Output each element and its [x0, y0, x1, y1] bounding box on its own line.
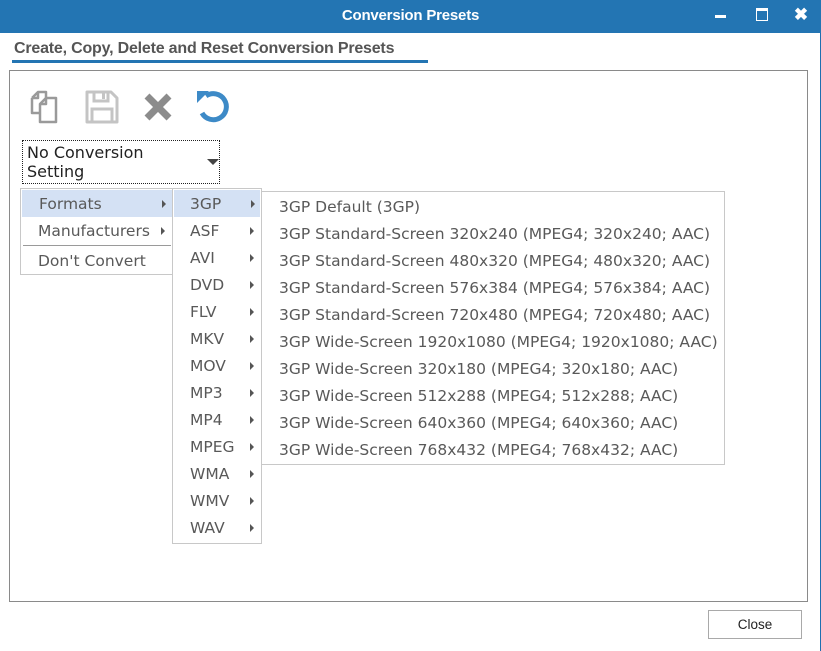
format-label: MP3: [190, 383, 223, 402]
minimize-icon: [714, 15, 726, 18]
section-underline: [12, 60, 428, 63]
preset-item[interactable]: 3GP Standard-Screen 320x240 (MPEG4; 320x…: [262, 220, 724, 247]
section-title: Create, Copy, Delete and Reset Conversio…: [14, 40, 395, 57]
submenu-arrow-icon: [161, 226, 165, 235]
submenu-arrow-icon: [250, 361, 254, 370]
preset-item[interactable]: 3GP Wide-Screen 1920x1080 (MPEG4; 1920x1…: [262, 328, 724, 355]
preset-item[interactable]: 3GP Wide-Screen 320x180 (MPEG4; 320x180;…: [262, 355, 724, 382]
dropdown-selected-value: No Conversion Setting: [27, 143, 144, 181]
preset-item[interactable]: 3GP Standard-Screen 576x384 (MPEG4; 576x…: [262, 274, 724, 301]
reset-preset-button[interactable]: [193, 87, 233, 127]
menu-item-label: Manufacturers: [38, 221, 150, 240]
conversion-presets-window: Conversion Presets ✖ Create, Copy, Delet…: [0, 0, 821, 651]
format-label: MPEG: [190, 437, 235, 456]
format-label: WMV: [190, 491, 230, 510]
format-label: WMA: [190, 464, 230, 483]
format-label: WAV: [190, 518, 225, 537]
menu-level3-3gp-presets: 3GP Default (3GP) 3GP Standard-Screen 32…: [261, 191, 725, 465]
format-item-mkv[interactable]: MKV: [173, 325, 261, 352]
submenu-arrow-icon: [250, 415, 254, 424]
copy-preset-button[interactable]: [27, 87, 67, 127]
submenu-arrow-icon: [250, 307, 254, 316]
close-icon: ✖: [793, 4, 809, 24]
format-item-dvd[interactable]: DVD: [173, 271, 261, 298]
menu-item-formats[interactable]: Formats: [22, 190, 173, 217]
menu-level2-formats: 3GP ASF AVI DVD FLV MKV MOV MP3 MP4 MPEG…: [172, 188, 262, 544]
format-label: MOV: [190, 356, 226, 375]
format-label: DVD: [190, 275, 225, 294]
submenu-arrow-icon: [250, 226, 254, 235]
chevron-down-icon: [207, 159, 219, 165]
format-label: MP4: [190, 410, 223, 429]
format-item-flv[interactable]: FLV: [173, 298, 261, 325]
submenu-arrow-icon: [250, 496, 254, 505]
preset-item[interactable]: 3GP Standard-Screen 720x480 (MPEG4; 720x…: [262, 301, 724, 328]
format-item-wav[interactable]: WAV: [173, 514, 261, 541]
format-item-wma[interactable]: WMA: [173, 460, 261, 487]
save-preset-button[interactable]: [82, 87, 122, 127]
preset-item[interactable]: 3GP Default (3GP): [262, 193, 724, 220]
submenu-arrow-icon: [250, 442, 254, 451]
format-item-mov[interactable]: MOV: [173, 352, 261, 379]
delete-preset-button[interactable]: [138, 87, 178, 127]
preset-item[interactable]: 3GP Wide-Screen 640x360 (MPEG4; 640x360;…: [262, 409, 724, 436]
menu-level1: Formats Manufacturers Don't Convert: [20, 188, 173, 275]
maximize-button[interactable]: [745, 0, 779, 33]
menu-item-dont-convert[interactable]: Don't Convert: [21, 247, 173, 274]
conversion-setting-dropdown[interactable]: No Conversion Setting: [22, 140, 220, 184]
copy-icon: [30, 90, 58, 124]
submenu-arrow-icon: [250, 280, 254, 289]
submenu-arrow-icon: [250, 253, 254, 262]
delete-icon: [144, 93, 172, 121]
window-title: Conversion Presets: [341, 7, 480, 24]
submenu-arrow-icon: [250, 388, 254, 397]
minimize-button[interactable]: [703, 0, 737, 33]
format-item-avi[interactable]: AVI: [173, 244, 261, 271]
window-close-button[interactable]: ✖: [784, 0, 818, 33]
format-label: AVI: [190, 248, 215, 267]
format-item-3gp[interactable]: 3GP: [174, 190, 260, 217]
format-label: ASF: [190, 221, 220, 240]
submenu-arrow-icon: [250, 334, 254, 343]
title-bar[interactable]: Conversion Presets ✖: [0, 0, 821, 33]
close-button[interactable]: Close: [708, 610, 802, 639]
maximize-icon: [756, 8, 768, 21]
format-item-mp3[interactable]: MP3: [173, 379, 261, 406]
preset-item[interactable]: 3GP Wide-Screen 512x288 (MPEG4; 512x288;…: [262, 382, 724, 409]
preset-item[interactable]: 3GP Wide-Screen 768x432 (MPEG4; 768x432;…: [262, 436, 724, 463]
format-item-wmv[interactable]: WMV: [173, 487, 261, 514]
format-label: MKV: [190, 329, 225, 348]
submenu-arrow-icon: [250, 523, 254, 532]
format-label: FLV: [190, 302, 217, 321]
submenu-arrow-icon: [250, 469, 254, 478]
save-icon: [85, 90, 119, 124]
menu-item-label: Don't Convert: [38, 251, 146, 270]
format-item-asf[interactable]: ASF: [173, 217, 261, 244]
submenu-arrow-icon: [251, 199, 255, 208]
preset-item[interactable]: 3GP Standard-Screen 480x320 (MPEG4; 480x…: [262, 247, 724, 274]
menu-item-manufacturers[interactable]: Manufacturers: [21, 217, 173, 244]
format-item-mp4[interactable]: MP4: [173, 406, 261, 433]
reset-icon: [197, 91, 229, 123]
menu-separator: [23, 245, 171, 246]
format-label: 3GP: [190, 194, 222, 213]
submenu-arrow-icon: [162, 199, 166, 208]
format-item-mpeg[interactable]: MPEG: [173, 433, 261, 460]
menu-item-label: Formats: [39, 194, 102, 213]
